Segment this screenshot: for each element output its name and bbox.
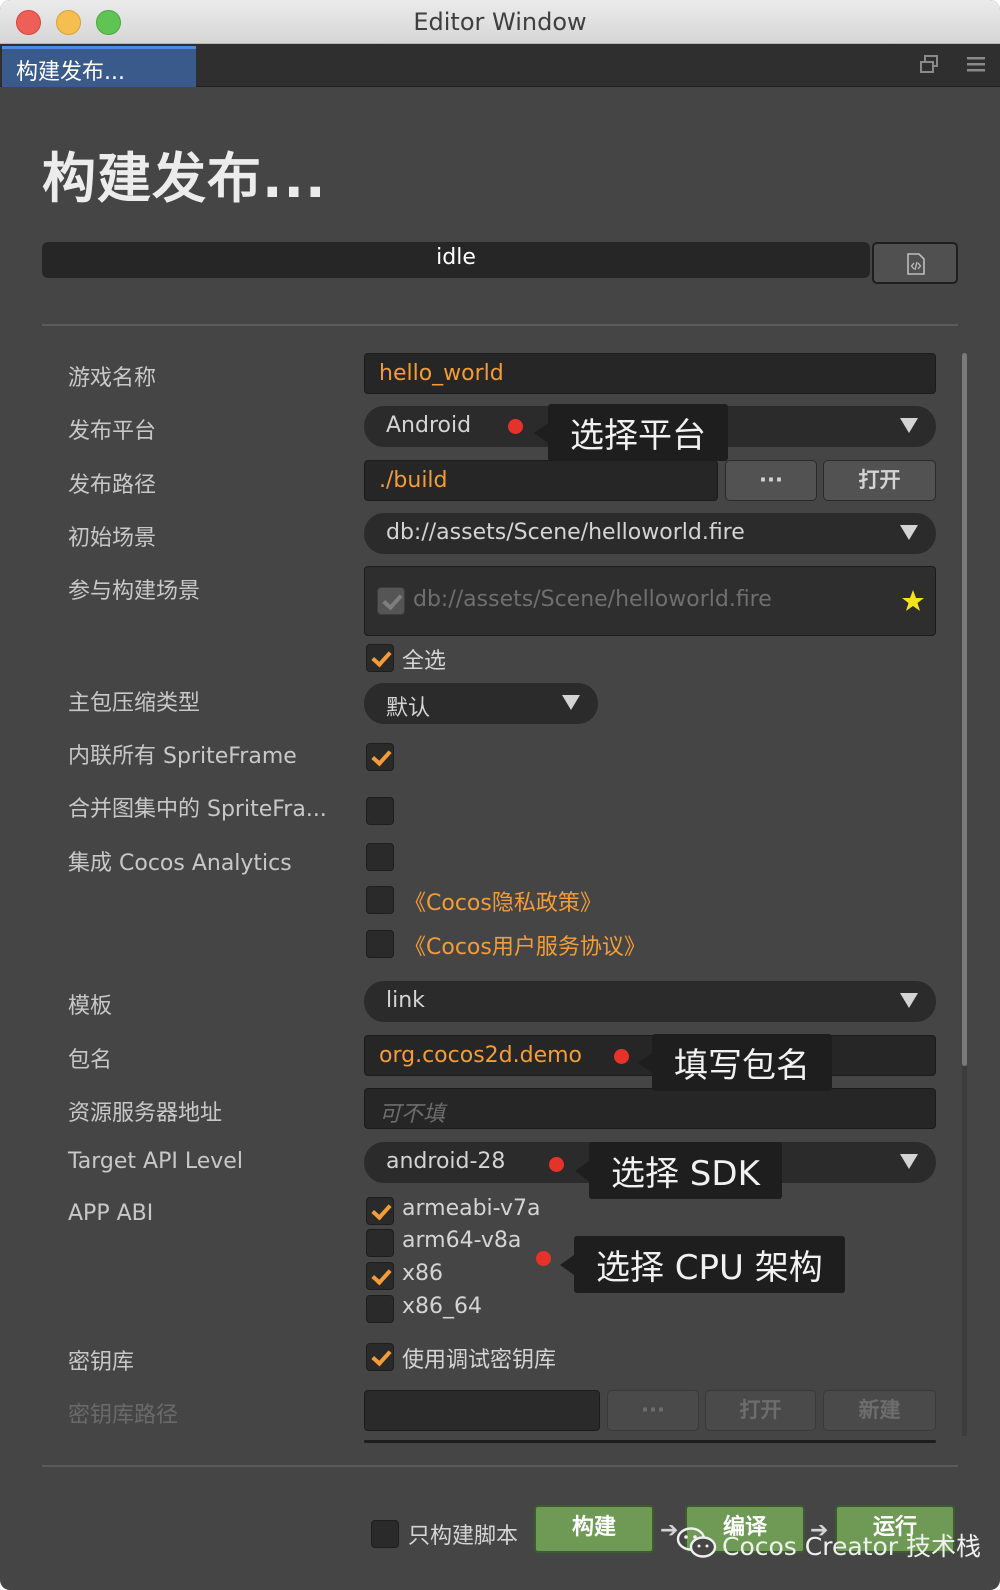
title-bar: Editor Window (0, 0, 1000, 44)
template-value: link (386, 988, 425, 1013)
abi-x86-checkbox[interactable] (366, 1262, 394, 1290)
callout-platform: 选择平台 (534, 404, 728, 461)
callout-dot (508, 419, 523, 434)
tab-build-publish[interactable]: 构建发布... (2, 46, 196, 87)
callout-package: 填写包名 (638, 1034, 832, 1091)
debug-keystore-label: 使用调试密钥库 (402, 1348, 557, 1373)
abi-option-label: armeabi-v7a (402, 1196, 541, 1221)
build-button[interactable]: 构建 (534, 1505, 654, 1553)
abi-option-label: x86_64 (402, 1294, 483, 1319)
next-field-edge (364, 1440, 936, 1443)
scene-list: db://assets/Scene/helloworld.fire (364, 566, 936, 636)
build-log-button[interactable] (872, 242, 958, 284)
callout-dot (536, 1251, 551, 1266)
build-path-input[interactable]: ./build (364, 460, 718, 501)
wechat-icon (676, 1527, 717, 1558)
abi-armeabi-v7a-checkbox[interactable] (366, 1197, 394, 1225)
platform-value: Android (386, 413, 472, 438)
callout-sdk: 选择 SDK (575, 1142, 782, 1199)
chevron-down-icon (900, 993, 918, 1008)
merge-spriteframe-label: 合并图集中的 SpriteFra... (68, 797, 327, 822)
scrollbar-thumb[interactable] (962, 353, 967, 1066)
build-status-text: idle (436, 245, 476, 270)
inline-spriteframe-label: 内联所有 SpriteFrame (68, 744, 297, 769)
analytics-label: 集成 Cocos Analytics (68, 851, 292, 876)
chevron-down-icon (900, 1154, 918, 1169)
service-agreement-checkbox[interactable] (366, 930, 394, 958)
chevron-down-icon (900, 525, 918, 540)
merge-spriteframe-checkbox[interactable] (366, 797, 394, 825)
target-api-value: android-28 (386, 1149, 506, 1174)
compression-value: 默认 (386, 696, 431, 721)
select-all-label: 全选 (402, 649, 447, 674)
compression-select[interactable]: 默认 (364, 683, 598, 724)
debug-keystore-checkbox[interactable] (366, 1343, 394, 1371)
scrollbar-track[interactable] (962, 1066, 967, 1436)
star-icon[interactable] (901, 589, 925, 613)
abi-option-label: arm64-v8a (402, 1228, 522, 1253)
divider (42, 324, 958, 326)
game-name-label: 游戏名称 (68, 366, 157, 391)
compression-label: 主包压缩类型 (68, 691, 201, 716)
browse-keystore-button[interactable]: ··· (607, 1390, 699, 1431)
chevron-down-icon (562, 695, 580, 710)
start-scene-select[interactable]: db://assets/Scene/helloworld.fire (364, 513, 936, 554)
build-path-label: 发布路径 (68, 473, 157, 498)
page-title: 构建发布... (42, 147, 327, 210)
template-select[interactable]: link (364, 981, 936, 1022)
window-title: Editor Window (413, 8, 587, 36)
start-scene-label: 初始场景 (68, 526, 157, 551)
analytics-checkbox[interactable] (366, 843, 394, 871)
callout-dot (614, 1049, 629, 1064)
new-keystore-button[interactable]: 新建 (823, 1390, 936, 1431)
menu-icon[interactable] (965, 54, 987, 76)
keystore-path-input[interactable] (364, 1390, 600, 1431)
app-abi-label: APP ABI (68, 1201, 154, 1226)
abi-arm64-v8a-checkbox[interactable] (366, 1229, 394, 1257)
inline-spriteframe-checkbox[interactable] (366, 743, 394, 771)
privacy-policy-checkbox[interactable] (366, 886, 394, 914)
callout-dot (549, 1157, 564, 1172)
open-build-path-button[interactable]: 打开 (823, 460, 936, 501)
remote-server-label: 资源服务器地址 (68, 1101, 223, 1126)
package-name-label: 包名 (68, 1048, 113, 1073)
game-name-input[interactable]: hello_world (364, 353, 936, 394)
select-all-checkbox[interactable] (366, 644, 394, 672)
script-only-checkbox[interactable] (371, 1520, 399, 1548)
abi-x86-64-checkbox[interactable] (366, 1295, 394, 1323)
open-keystore-button[interactable]: 打开 (705, 1390, 816, 1431)
keystore-label: 密钥库 (68, 1350, 135, 1375)
service-agreement-link[interactable]: 《Cocos用户服务协议》 (404, 929, 646, 961)
editor-window: Editor Window 构建发布... 构建发布... idle 游戏名称 … (0, 0, 1000, 1590)
chevron-down-icon (900, 418, 918, 433)
template-label: 模板 (68, 994, 113, 1019)
browse-build-path-button[interactable]: ··· (725, 460, 817, 501)
divider (42, 1465, 958, 1467)
script-only-label: 只构建脚本 (408, 1524, 519, 1549)
code-file-icon (907, 253, 925, 275)
abi-option-label: x86 (402, 1261, 444, 1286)
build-progress-bar: idle (42, 242, 870, 278)
included-scenes-label: 参与构建场景 (68, 579, 201, 604)
start-scene-value: db://assets/Scene/helloworld.fire (386, 520, 745, 545)
tab-bar: 构建发布... (0, 44, 1000, 87)
privacy-policy-link[interactable]: 《Cocos隐私政策》 (404, 885, 602, 917)
keystore-path-label: 密钥库路径 (68, 1403, 179, 1428)
scene-checkbox[interactable] (377, 587, 405, 615)
target-api-label: Target API Level (68, 1149, 243, 1174)
popout-icon[interactable] (918, 54, 940, 76)
platform-label: 发布平台 (68, 419, 157, 444)
remote-server-input[interactable]: 可不填 (364, 1088, 936, 1129)
watermark-text: Cocos Creator 技术栈 (722, 1532, 981, 1561)
scene-list-item: db://assets/Scene/helloworld.fire (413, 587, 772, 612)
callout-cpu: 选择 CPU 架构 (560, 1236, 845, 1293)
